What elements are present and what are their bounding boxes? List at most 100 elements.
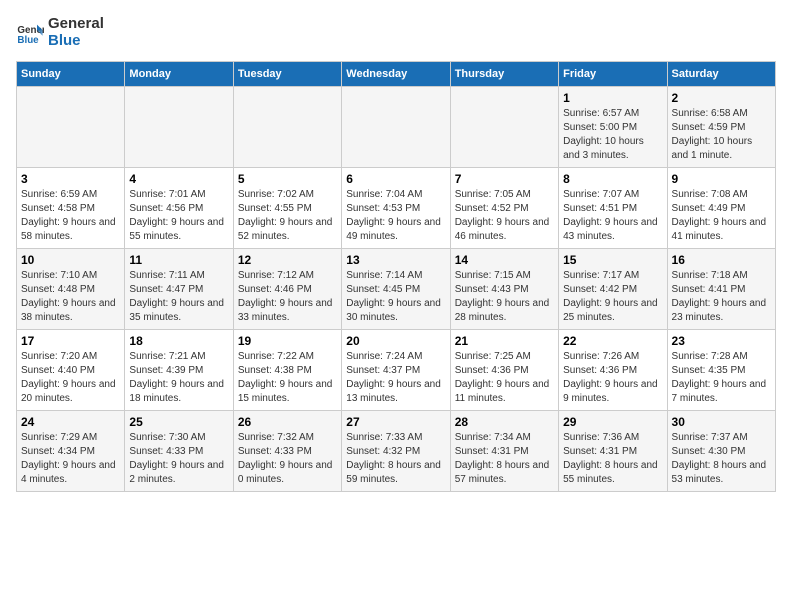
- col-header-tuesday: Tuesday: [233, 62, 341, 87]
- calendar-cell: 14 Sunrise: 7:15 AM Sunset: 4:43 PM Dayli…: [450, 249, 558, 330]
- logo-blue: Blue: [48, 33, 104, 50]
- calendar-cell: [450, 87, 558, 168]
- day-info: Sunrise: 7:10 AM Sunset: 4:48 PM Dayligh…: [21, 269, 120, 325]
- calendar-cell: 17 Sunrise: 7:20 AM Sunset: 4:40 PM Dayli…: [17, 330, 125, 411]
- calendar-cell: 13Sunrise: 7:14 AM Sunset: 4:45 PM Dayli…: [342, 249, 450, 330]
- calendar-week-5: 24 Sunrise: 7:29 AM Sunset: 4:34 PM Dayli…: [17, 411, 776, 492]
- calendar-cell: [342, 87, 450, 168]
- day-info: Sunrise: 7:05 AM Sunset: 4:52 PM Dayligh…: [455, 188, 554, 244]
- day-number: 26: [238, 415, 337, 429]
- calendar-week-4: 17 Sunrise: 7:20 AM Sunset: 4:40 PM Dayli…: [17, 330, 776, 411]
- day-number: 2: [672, 91, 771, 105]
- day-info: Sunrise: 7:24 AM Sunset: 4:37 PM Dayligh…: [346, 350, 445, 406]
- day-number: 20: [346, 334, 445, 348]
- svg-text:Blue: Blue: [17, 34, 39, 45]
- calendar-cell: 26 Sunrise: 7:32 AM Sunset: 4:33 PM Dayli…: [233, 411, 341, 492]
- day-info: Sunrise: 7:02 AM Sunset: 4:55 PM Dayligh…: [238, 188, 337, 244]
- col-header-saturday: Saturday: [667, 62, 775, 87]
- col-header-friday: Friday: [559, 62, 667, 87]
- calendar-cell: 25 Sunrise: 7:30 AM Sunset: 4:33 PM Dayli…: [125, 411, 233, 492]
- day-number: 3: [21, 172, 120, 186]
- day-info: Sunrise: 7:33 AM Sunset: 4:32 PM Dayligh…: [346, 431, 445, 487]
- day-info: Sunrise: 7:01 AM Sunset: 4:56 PM Dayligh…: [129, 188, 228, 244]
- day-number: 18: [129, 334, 228, 348]
- day-number: 27: [346, 415, 445, 429]
- day-number: 23: [672, 334, 771, 348]
- day-info: Sunrise: 7:20 AM Sunset: 4:40 PM Dayligh…: [21, 350, 120, 406]
- day-info: Sunrise: 7:18 AM Sunset: 4:41 PM Dayligh…: [672, 269, 771, 325]
- calendar-cell: [233, 87, 341, 168]
- col-header-sunday: Sunday: [17, 62, 125, 87]
- day-info: Sunrise: 7:21 AM Sunset: 4:39 PM Dayligh…: [129, 350, 228, 406]
- calendar-cell: 1 Sunrise: 6:57 AM Sunset: 5:00 PM Daylig…: [559, 87, 667, 168]
- calendar-cell: 21Sunrise: 7:25 AM Sunset: 4:36 PM Dayli…: [450, 330, 558, 411]
- day-info: Sunrise: 7:37 AM Sunset: 4:30 PM Dayligh…: [672, 431, 771, 487]
- calendar-cell: 24 Sunrise: 7:29 AM Sunset: 4:34 PM Dayli…: [17, 411, 125, 492]
- day-info: Sunrise: 7:29 AM Sunset: 4:34 PM Dayligh…: [21, 431, 120, 487]
- day-number: 6: [346, 172, 445, 186]
- day-number: 29: [563, 415, 662, 429]
- calendar-header-row: SundayMondayTuesdayWednesdayThursdayFrid…: [17, 62, 776, 87]
- calendar-cell: 29Sunrise: 7:36 AM Sunset: 4:31 PM Dayli…: [559, 411, 667, 492]
- calendar-cell: 22Sunrise: 7:26 AM Sunset: 4:36 PM Dayli…: [559, 330, 667, 411]
- day-info: Sunrise: 7:26 AM Sunset: 4:36 PM Dayligh…: [563, 350, 662, 406]
- col-header-wednesday: Wednesday: [342, 62, 450, 87]
- day-info: Sunrise: 6:57 AM Sunset: 5:00 PM Dayligh…: [563, 107, 662, 163]
- calendar-cell: 19Sunrise: 7:22 AM Sunset: 4:38 PM Dayli…: [233, 330, 341, 411]
- calendar-cell: 27 Sunrise: 7:33 AM Sunset: 4:32 PM Dayli…: [342, 411, 450, 492]
- day-info: Sunrise: 7:22 AM Sunset: 4:38 PM Dayligh…: [238, 350, 337, 406]
- day-number: 11: [129, 253, 228, 267]
- calendar-cell: 15Sunrise: 7:17 AM Sunset: 4:42 PM Dayli…: [559, 249, 667, 330]
- logo: General Blue General Blue: [16, 16, 104, 49]
- calendar-cell: 5 Sunrise: 7:02 AM Sunset: 4:55 PM Daylig…: [233, 168, 341, 249]
- day-info: Sunrise: 7:28 AM Sunset: 4:35 PM Dayligh…: [672, 350, 771, 406]
- calendar-cell: 11 Sunrise: 7:11 AM Sunset: 4:47 PM Dayli…: [125, 249, 233, 330]
- day-number: 8: [563, 172, 662, 186]
- calendar-cell: 23 Sunrise: 7:28 AM Sunset: 4:35 PM Dayli…: [667, 330, 775, 411]
- day-info: Sunrise: 7:30 AM Sunset: 4:33 PM Dayligh…: [129, 431, 228, 487]
- day-info: Sunrise: 6:58 AM Sunset: 4:59 PM Dayligh…: [672, 107, 771, 163]
- day-number: 17: [21, 334, 120, 348]
- day-number: 7: [455, 172, 554, 186]
- day-info: Sunrise: 7:17 AM Sunset: 4:42 PM Dayligh…: [563, 269, 662, 325]
- calendar-table: SundayMondayTuesdayWednesdayThursdayFrid…: [16, 61, 776, 492]
- header: General Blue General Blue: [16, 16, 776, 49]
- day-number: 12: [238, 253, 337, 267]
- day-number: 24: [21, 415, 120, 429]
- calendar-cell: 28Sunrise: 7:34 AM Sunset: 4:31 PM Dayli…: [450, 411, 558, 492]
- day-number: 16: [672, 253, 771, 267]
- calendar-cell: 2 Sunrise: 6:58 AM Sunset: 4:59 PM Daylig…: [667, 87, 775, 168]
- calendar-week-3: 10 Sunrise: 7:10 AM Sunset: 4:48 PM Dayli…: [17, 249, 776, 330]
- calendar-cell: 10 Sunrise: 7:10 AM Sunset: 4:48 PM Dayli…: [17, 249, 125, 330]
- calendar-cell: 7 Sunrise: 7:05 AM Sunset: 4:52 PM Daylig…: [450, 168, 558, 249]
- calendar-cell: 9 Sunrise: 7:08 AM Sunset: 4:49 PM Daylig…: [667, 168, 775, 249]
- day-number: 4: [129, 172, 228, 186]
- day-number: 10: [21, 253, 120, 267]
- day-number: 25: [129, 415, 228, 429]
- calendar-cell: [125, 87, 233, 168]
- calendar-cell: 30 Sunrise: 7:37 AM Sunset: 4:30 PM Dayli…: [667, 411, 775, 492]
- calendar-cell: 16 Sunrise: 7:18 AM Sunset: 4:41 PM Dayli…: [667, 249, 775, 330]
- day-info: Sunrise: 7:14 AM Sunset: 4:45 PM Dayligh…: [346, 269, 445, 325]
- day-number: 21: [455, 334, 554, 348]
- day-info: Sunrise: 7:15 AM Sunset: 4:43 PM Dayligh…: [455, 269, 554, 325]
- calendar-cell: 20 Sunrise: 7:24 AM Sunset: 4:37 PM Dayli…: [342, 330, 450, 411]
- calendar-cell: 6 Sunrise: 7:04 AM Sunset: 4:53 PM Daylig…: [342, 168, 450, 249]
- day-info: Sunrise: 7:04 AM Sunset: 4:53 PM Dayligh…: [346, 188, 445, 244]
- calendar-cell: 8 Sunrise: 7:07 AM Sunset: 4:51 PM Daylig…: [559, 168, 667, 249]
- calendar-cell: [17, 87, 125, 168]
- calendar-week-2: 3Sunrise: 6:59 AM Sunset: 4:58 PM Daylig…: [17, 168, 776, 249]
- calendar-week-1: 1 Sunrise: 6:57 AM Sunset: 5:00 PM Daylig…: [17, 87, 776, 168]
- day-number: 9: [672, 172, 771, 186]
- day-number: 14: [455, 253, 554, 267]
- day-info: Sunrise: 7:34 AM Sunset: 4:31 PM Dayligh…: [455, 431, 554, 487]
- day-number: 30: [672, 415, 771, 429]
- day-info: Sunrise: 7:11 AM Sunset: 4:47 PM Dayligh…: [129, 269, 228, 325]
- day-info: Sunrise: 7:12 AM Sunset: 4:46 PM Dayligh…: [238, 269, 337, 325]
- day-info: Sunrise: 7:08 AM Sunset: 4:49 PM Dayligh…: [672, 188, 771, 244]
- day-info: Sunrise: 7:32 AM Sunset: 4:33 PM Dayligh…: [238, 431, 337, 487]
- col-header-thursday: Thursday: [450, 62, 558, 87]
- day-number: 1: [563, 91, 662, 105]
- day-number: 5: [238, 172, 337, 186]
- day-info: Sunrise: 7:07 AM Sunset: 4:51 PM Dayligh…: [563, 188, 662, 244]
